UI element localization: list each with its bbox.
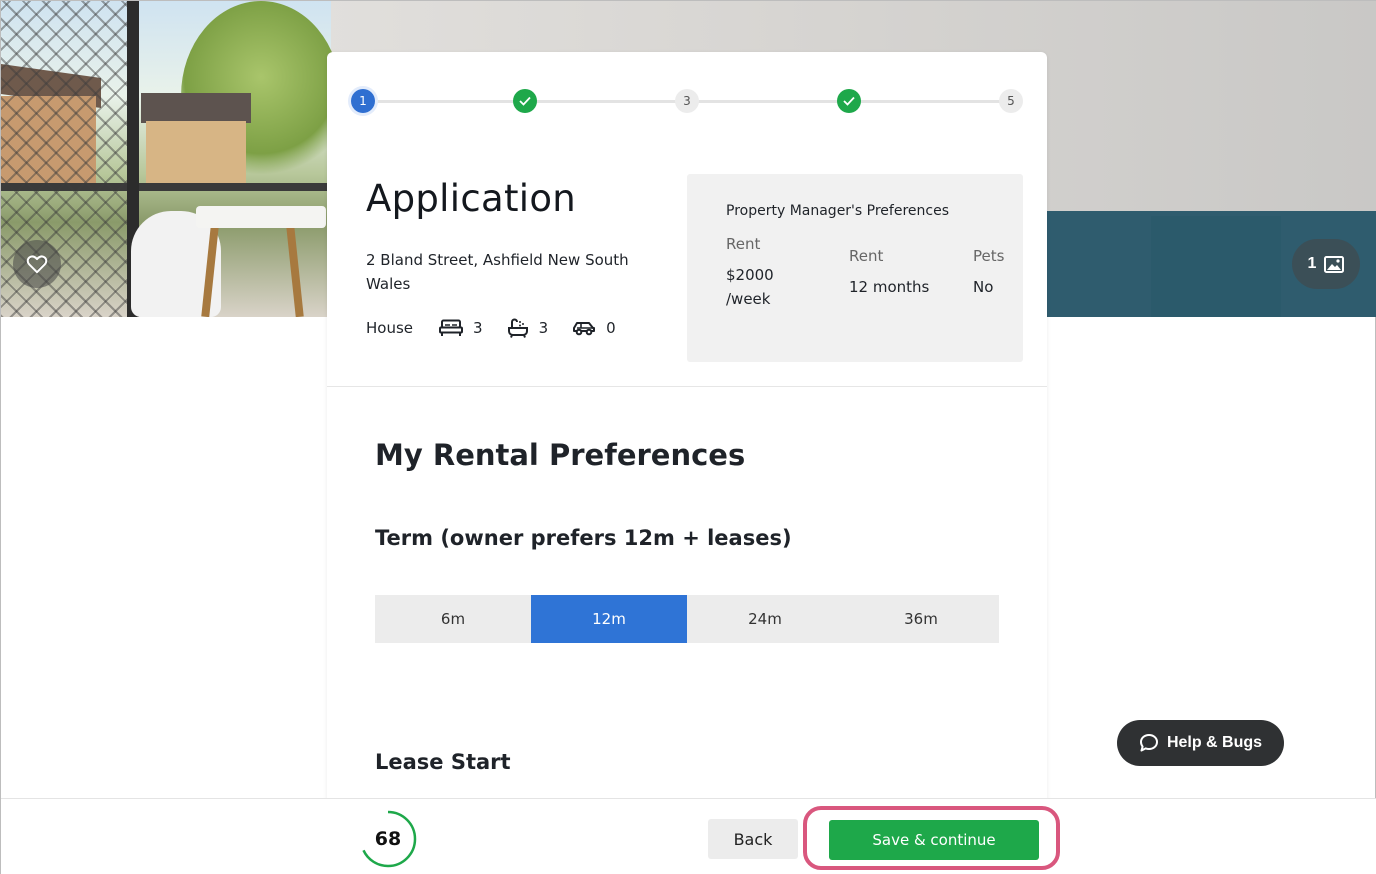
favorite-button[interactable] bbox=[13, 240, 61, 288]
bathrooms-count: 3 bbox=[538, 319, 549, 337]
pm-rent-period: /week bbox=[726, 290, 771, 308]
help-bugs-button[interactable]: Help & Bugs bbox=[1117, 720, 1284, 766]
term-option-24m[interactable]: 24m bbox=[687, 595, 843, 643]
step-3[interactable]: 3 bbox=[675, 89, 699, 113]
check-icon bbox=[519, 96, 531, 106]
parking-feature: 0 bbox=[572, 319, 616, 337]
property-type: House bbox=[366, 319, 414, 337]
car-icon bbox=[573, 322, 596, 336]
footer-bar: 68 Back Save & continue bbox=[1, 798, 1376, 874]
pm-term-value: 12 months bbox=[849, 278, 930, 296]
heart-icon bbox=[26, 255, 48, 274]
lease-start-title: Lease Start bbox=[375, 750, 511, 774]
help-bugs-label: Help & Bugs bbox=[1166, 734, 1263, 751]
property-features: House 3 3 0 bbox=[366, 318, 640, 338]
step-2[interactable] bbox=[513, 89, 537, 113]
pm-pets-label: Pets bbox=[973, 247, 1005, 265]
back-button[interactable]: Back bbox=[708, 819, 798, 859]
bedrooms-count: 3 bbox=[473, 319, 483, 337]
hero-house bbox=[146, 121, 246, 186]
application-score: 68 bbox=[358, 809, 418, 869]
property-manager-preferences: Property Manager's Preferences Rent $200… bbox=[687, 174, 1023, 362]
bath-icon bbox=[507, 318, 528, 338]
parking-count: 0 bbox=[606, 319, 616, 337]
term-selector: 6m 12m 24m 36m bbox=[375, 595, 999, 643]
pm-term-label: Rent bbox=[849, 247, 884, 265]
rental-preferences-title: My Rental Preferences bbox=[375, 438, 746, 472]
step-5[interactable]: 5 bbox=[999, 89, 1023, 113]
save-continue-button[interactable]: Save & continue bbox=[829, 820, 1039, 860]
pm-preferences-title: Property Manager's Preferences bbox=[726, 203, 949, 219]
bed-icon bbox=[439, 319, 464, 336]
hero-roof bbox=[141, 93, 251, 123]
application-card: 1 3 5 Application 2 Bland Street, Ashfie… bbox=[327, 52, 1047, 812]
pm-term-column: Rent 12 months bbox=[849, 247, 929, 299]
check-icon bbox=[843, 96, 855, 106]
pm-rent-label: Rent bbox=[726, 235, 761, 253]
score-value: 68 bbox=[374, 828, 402, 850]
hero-cushion bbox=[1151, 216, 1281, 317]
bedrooms-feature: 3 bbox=[439, 319, 483, 337]
chat-bubble-icon bbox=[1139, 734, 1158, 752]
image-icon bbox=[1324, 255, 1345, 273]
hero-table bbox=[196, 206, 326, 228]
term-title: Term (owner prefers 12m + leases) bbox=[375, 526, 792, 550]
progress-stepper: 1 3 5 bbox=[351, 89, 1023, 113]
photo-gallery-button[interactable]: 1 bbox=[1292, 239, 1360, 289]
term-option-6m[interactable]: 6m bbox=[375, 595, 531, 643]
term-option-36m[interactable]: 36m bbox=[843, 595, 999, 643]
pm-pets-value: No bbox=[973, 278, 994, 296]
step-1[interactable]: 1 bbox=[351, 89, 375, 113]
pm-rent-amount: $2000 bbox=[726, 266, 774, 284]
photo-count: 1 bbox=[1307, 255, 1317, 272]
pm-pets-column: Pets No bbox=[973, 247, 1004, 299]
term-option-12m[interactable]: 12m bbox=[531, 595, 687, 643]
section-divider bbox=[327, 386, 1047, 387]
step-4[interactable] bbox=[837, 89, 861, 113]
page-title: Application bbox=[366, 177, 577, 220]
pm-rent-column: Rent $2000 /week bbox=[726, 235, 774, 311]
bathrooms-feature: 3 bbox=[507, 318, 549, 338]
property-address: 2 Bland Street, Ashfield New South Wales bbox=[366, 251, 629, 293]
